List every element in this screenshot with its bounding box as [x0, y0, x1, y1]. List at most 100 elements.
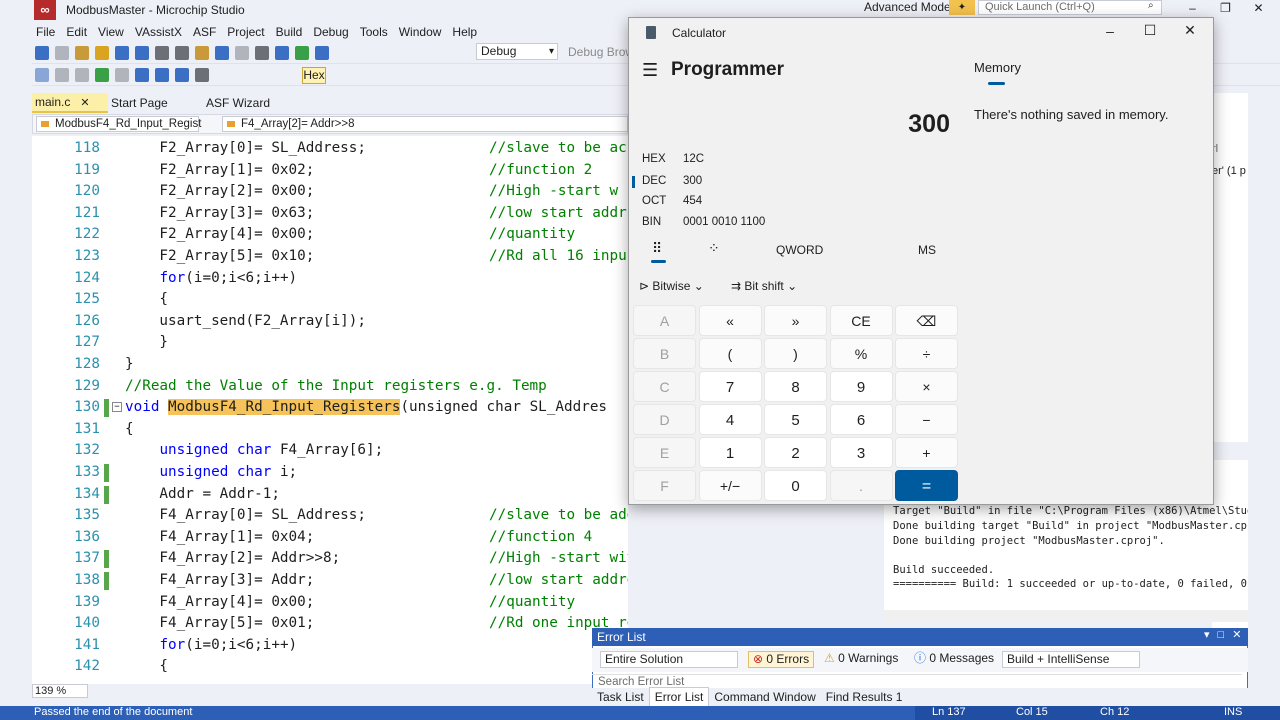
paste-icon[interactable]: [195, 45, 209, 60]
save-icon[interactable]: [115, 45, 129, 60]
code-line[interactable]: 142 {: [32, 656, 628, 678]
code-editor[interactable]: 118 F2_Array[0]= SL_Address; //slave to b…: [32, 136, 628, 684]
memory-store-button[interactable]: MS: [918, 243, 936, 257]
code-line[interactable]: 132 unsigned char F4_Array[6];: [32, 440, 628, 462]
tab-task-list[interactable]: Task List: [592, 688, 649, 706]
key-5-3[interactable]: .: [829, 470, 893, 501]
start-debug-icon[interactable]: [295, 45, 309, 60]
key-3-3[interactable]: 6: [829, 404, 893, 435]
restore-icon[interactable]: ❐: [1209, 1, 1242, 15]
code-line[interactable]: 129 //Read the Value of the Input registe…: [32, 376, 628, 398]
word-size-button[interactable]: QWORD: [776, 243, 823, 257]
key-2-3[interactable]: 9: [829, 371, 893, 402]
radix-bin-label[interactable]: BIN: [642, 216, 661, 228]
collapse-icon[interactable]: −: [112, 402, 122, 413]
key-0-0[interactable]: A: [633, 305, 696, 336]
member-dropdown[interactable]: F4_Array[2]= Addr>>8: [222, 116, 628, 132]
code-line[interactable]: 121 F2_Array[3]= 0x63; //low start addr: [32, 203, 628, 225]
key-1-2[interactable]: ): [764, 338, 827, 369]
step-over-icon[interactable]: [155, 67, 169, 82]
key-3-0[interactable]: D: [633, 404, 696, 435]
code-line[interactable]: 128}: [32, 354, 628, 376]
solution-config-select[interactable]: Debug: [476, 43, 558, 60]
copy-icon[interactable]: [175, 45, 189, 60]
full-keypad-icon[interactable]: ⠿: [652, 240, 662, 257]
lightbulb-icon[interactable]: ✦: [949, 0, 975, 15]
tab-error-list[interactable]: Error List: [648, 687, 710, 707]
key-4-0[interactable]: E: [633, 437, 696, 468]
radix-oct-label[interactable]: OCT: [642, 195, 666, 207]
menu-build[interactable]: Build: [276, 25, 303, 39]
undo-icon[interactable]: [215, 45, 229, 60]
code-line[interactable]: 118 F2_Array[0]= SL_Address; //slave to b…: [32, 138, 628, 160]
step-icon[interactable]: [35, 67, 49, 82]
tab-main-c[interactable]: main.c ✕: [32, 93, 108, 113]
tab-find-results[interactable]: Find Results 1: [821, 688, 908, 706]
code-line[interactable]: 125 {: [32, 289, 628, 311]
tab-command-window[interactable]: Command Window: [709, 688, 820, 706]
new-project-icon[interactable]: [75, 45, 89, 60]
key-0-2[interactable]: »: [764, 305, 827, 336]
menu-asf[interactable]: ASF: [193, 25, 216, 39]
minimize-icon[interactable]: –: [1176, 1, 1209, 15]
code-line[interactable]: 122 F2_Array[4]= 0x00; //quantity: [32, 224, 628, 246]
code-line[interactable]: 141 for(i=0;i<6;i++): [32, 635, 628, 657]
close-icon[interactable]: ✕: [1170, 22, 1210, 39]
radix-hex-label[interactable]: HEX: [642, 153, 666, 165]
code-line[interactable]: 120 F2_Array[2]= 0x00; //High -start w: [32, 181, 628, 203]
key-0-3[interactable]: CE: [829, 305, 893, 336]
rebuild-icon[interactable]: [275, 45, 289, 60]
menu-project[interactable]: Project: [227, 25, 264, 39]
pause-icon[interactable]: [55, 67, 69, 82]
forward-icon[interactable]: [55, 45, 69, 60]
key-1-0[interactable]: B: [633, 338, 696, 369]
step-into-icon[interactable]: [135, 67, 149, 82]
key-4-3[interactable]: 3: [829, 437, 893, 468]
code-line[interactable]: 119 F2_Array[1]= 0x02; //function 2: [32, 160, 628, 182]
code-line[interactable]: 137 F4_Array[2]= Addr>>8; //High -start w…: [32, 548, 628, 570]
menu-view[interactable]: View: [98, 25, 124, 39]
device-programming-icon[interactable]: [315, 45, 329, 60]
key-3-1[interactable]: 4: [698, 404, 762, 435]
scope-dropdown[interactable]: ModbusF4_Rd_Input_Regist: [36, 116, 201, 132]
key-3-4[interactable]: −: [895, 404, 958, 435]
radix-dec-label[interactable]: DEC: [642, 175, 666, 187]
menu-debug[interactable]: Debug: [313, 25, 348, 39]
code-line[interactable]: 134 Addr = Addr-1;: [32, 484, 628, 506]
step-out-icon[interactable]: [175, 67, 189, 82]
menu-edit[interactable]: Edit: [66, 25, 87, 39]
tab-start-page[interactable]: Start Page: [111, 96, 168, 110]
key-3-2[interactable]: 5: [764, 404, 827, 435]
hamburger-menu-icon[interactable]: ☰: [642, 60, 658, 81]
dropdown-icon[interactable]: ▾: [1204, 629, 1210, 641]
restart-icon[interactable]: [115, 67, 129, 82]
messages-filter-button[interactable]: ⓘ 0 Messages: [910, 651, 1000, 668]
close-icon[interactable]: ✕: [1242, 1, 1275, 15]
bitshift-dropdown[interactable]: ⇉ Bit shift ⌄: [731, 279, 797, 293]
key-0-4[interactable]: ⌫: [895, 305, 958, 336]
menu-tools[interactable]: Tools: [360, 25, 388, 39]
code-line[interactable]: 127 }: [32, 332, 628, 354]
key-4-4[interactable]: +: [895, 437, 958, 468]
search-icon[interactable]: ⌕: [1148, 0, 1154, 11]
redo-icon[interactable]: [235, 45, 249, 60]
code-line[interactable]: 133 unsigned char i;: [32, 462, 628, 484]
key-4-1[interactable]: 1: [698, 437, 762, 468]
key-5-1[interactable]: +/−: [698, 470, 762, 501]
radix-bin-value[interactable]: 0001 0010 1100: [683, 216, 765, 228]
debug-browser-label[interactable]: Debug Brow: [568, 45, 634, 59]
advanced-mode-label[interactable]: Advanced Mode: [864, 0, 951, 14]
run-to-cursor-icon[interactable]: [195, 67, 209, 82]
key-5-4[interactable]: =: [895, 470, 958, 501]
code-line[interactable]: 123 F2_Array[5]= 0x10; //Rd all 16 inpu: [32, 246, 628, 268]
key-0-1[interactable]: «: [698, 305, 762, 336]
key-2-0[interactable]: C: [633, 371, 696, 402]
minimize-icon[interactable]: –: [1090, 23, 1130, 39]
maximize-icon[interactable]: □: [1218, 629, 1225, 641]
zoom-level[interactable]: 139 %: [32, 684, 88, 698]
code-line[interactable]: 135 F4_Array[0]= SL_Address; //slave to b…: [32, 505, 628, 527]
close-icon[interactable]: ✕: [1232, 629, 1241, 641]
radix-dec-value[interactable]: 300: [683, 175, 702, 187]
key-1-1[interactable]: (: [698, 338, 762, 369]
key-2-1[interactable]: 7: [698, 371, 762, 402]
